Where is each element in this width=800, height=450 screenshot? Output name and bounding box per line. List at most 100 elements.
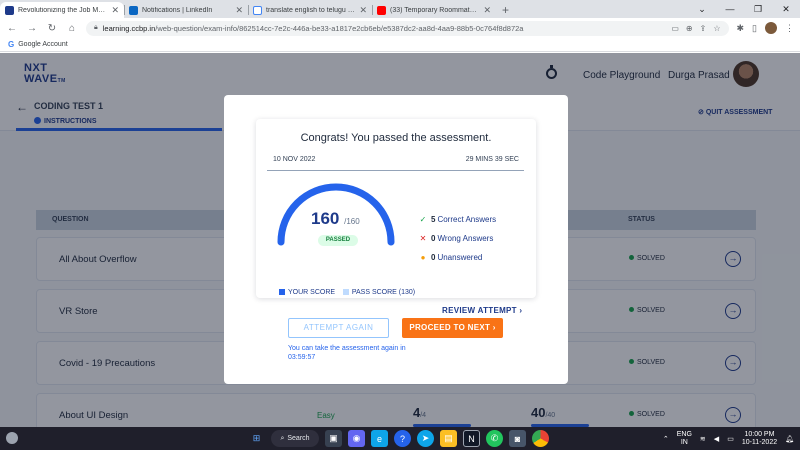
clock[interactable]: 10:00 PM 10-11-2022 — [742, 431, 777, 447]
taskbar-search[interactable]: ⌕ Search — [271, 430, 319, 447]
url-host: learning.ccbp.in — [102, 23, 156, 33]
teams-chat-icon[interactable]: ◉ — [348, 430, 365, 447]
attempt-duration: 29 MINS 39 SEC — [465, 156, 519, 163]
review-label: REVIEW ATTEMPT — [442, 306, 517, 315]
result-card: Congrats! You passed the assessment. 10 … — [256, 119, 539, 315]
stat-count: 0 — [431, 234, 436, 243]
score-display: 160 /160 — [311, 209, 360, 229]
maximize-icon[interactable]: ❐ — [744, 0, 772, 18]
notification-icon[interactable]: 🔔︎ — [785, 435, 794, 443]
browser-right-icons: ✱ ▯ ⋮ — [737, 22, 794, 34]
browser-tab-3[interactable]: translate english to telugu - Goo ✕ — [248, 2, 372, 18]
extensions-icon[interactable]: ✱ — [737, 23, 745, 34]
proceed-to-next-button[interactable]: PROCEED TO NEXT › — [402, 318, 503, 338]
language-indicator[interactable]: ENG IN — [677, 431, 692, 447]
share-icon[interactable]: ⇪ — [700, 24, 707, 33]
pass-score-swatch — [342, 289, 349, 295]
legend-pass-score: PASS SCORE (130) — [351, 289, 416, 296]
help-icon[interactable]: ? — [394, 430, 411, 447]
url-path: /web-question/exam-info/862514cc-7e2c-44… — [155, 23, 524, 33]
tab-title: Notifications | LinkedIn — [142, 6, 213, 14]
stat-label: Correct Answers — [437, 215, 497, 224]
weather-icon[interactable] — [6, 432, 18, 444]
url-text: learning.ccbp.in/web-question/exam-info/… — [103, 24, 667, 33]
clock-time: 10:00 PM — [744, 431, 775, 438]
browser-tab-1[interactable]: Revolutionizing the Job Market | ✕ — [0, 2, 124, 18]
chevron-up-icon[interactable]: ⌃ — [663, 435, 669, 443]
search-label: Search — [287, 435, 310, 442]
review-attempt-link[interactable]: REVIEW ATTEMPT › — [442, 306, 522, 315]
chrome-icon[interactable] — [532, 430, 549, 447]
bookmarks-bar: G Google Account — [0, 38, 800, 52]
lock-icon[interactable]: 🔒︎ — [94, 24, 98, 32]
close-tab-icon[interactable]: ✕ — [111, 5, 119, 16]
close-tab-icon[interactable]: ✕ — [483, 5, 491, 16]
stat-correct: ✓ 5 Correct Answers — [419, 215, 539, 224]
windows-start-icon[interactable]: ⊞ — [248, 430, 265, 447]
browser-tab-2[interactable]: Notifications | LinkedIn ✕ — [124, 2, 248, 18]
zoom-icon[interactable]: ⊕ — [686, 24, 693, 33]
minimize-icon[interactable]: — — [716, 0, 744, 18]
close-tab-icon[interactable]: ✕ — [235, 5, 243, 16]
google-logo-icon: G — [8, 40, 15, 49]
lang-line-2: IN — [680, 439, 688, 446]
task-view-icon[interactable]: ▣ — [325, 430, 342, 447]
taskbar-apps: ⊞ ⌕ Search ▣ ◉ e ? ➤ ▤ N ✆ ◙ — [248, 430, 549, 447]
gauge-legend: YOUR SCORE PASS SCORE (130) — [279, 289, 415, 296]
divider — [267, 170, 524, 171]
browser-tab-strip: Revolutionizing the Job Market | ✕ Notif… — [0, 0, 800, 18]
camera-icon[interactable]: ◙ — [509, 430, 526, 447]
telegram-icon[interactable]: ➤ — [417, 430, 434, 447]
cross-icon: ✕ — [419, 234, 427, 243]
cast-icon[interactable]: ▭ — [671, 24, 679, 33]
back-icon[interactable]: ← — [6, 23, 18, 34]
score-value: 160 — [311, 209, 340, 228]
tab-search-icon[interactable]: ⌄ — [688, 0, 716, 18]
tab-title: (33) Temporary Roommates Web — [390, 6, 479, 14]
battery-icon[interactable]: ▭ — [727, 435, 734, 443]
attempt-date: 10 NOV 2022 — [273, 156, 316, 163]
result-modal: Congrats! You passed the assessment. 10 … — [224, 95, 568, 384]
dot-icon: ● — [420, 253, 426, 262]
passed-badge: PASSED — [318, 235, 358, 246]
speaker-icon[interactable]: ◀ — [714, 435, 719, 443]
score-total: /160 — [344, 217, 360, 226]
bookmark-star-icon[interactable]: ☆ — [713, 24, 720, 33]
nxtwave-favicon-icon — [5, 5, 14, 15]
attempt-again-button[interactable]: ATTEMPT AGAIN — [288, 318, 389, 338]
window-controls: ⌄ — ❐ ✕ — [688, 0, 800, 18]
legend-your-score: YOUR SCORE — [288, 289, 336, 296]
forward-icon[interactable]: → — [26, 23, 38, 34]
bookmark-google-account[interactable]: Google Account — [18, 41, 67, 48]
address-bar[interactable]: 🔒︎ learning.ccbp.in/web-question/exam-in… — [86, 20, 729, 36]
system-tray: ⌃ ENG IN ≋ ◀ ▭ 10:00 PM 10-11-2022 🔔︎ — [663, 431, 794, 447]
omnibox-actions: ▭ ⊕ ⇪ ☆ — [671, 24, 720, 33]
wifi-icon[interactable]: ≋ — [700, 435, 706, 443]
stat-wrong: ✕ 0 Wrong Answers — [419, 234, 539, 243]
whatsapp-icon[interactable]: ✆ — [486, 430, 503, 447]
stat-label: Wrong Answers — [437, 234, 494, 243]
new-tab-button[interactable]: + — [496, 2, 515, 18]
congrats-heading: Congrats! You passed the assessment. — [300, 132, 492, 144]
notion-icon[interactable]: N — [463, 430, 480, 447]
browser-tab-4[interactable]: (33) Temporary Roommates Web ✕ — [372, 2, 496, 18]
tab-title: translate english to telugu - Goo — [266, 6, 356, 14]
chevron-right-icon: › — [519, 306, 523, 315]
stat-unanswered: ● 0 Unanswered — [419, 253, 539, 262]
close-tab-icon[interactable]: ✕ — [359, 5, 367, 16]
home-icon[interactable]: ⌂ — [66, 23, 78, 34]
windows-taskbar: ⊞ ⌕ Search ▣ ◉ e ? ➤ ▤ N ✆ ◙ ⌃ ENG IN ≋ ◀ … — [0, 427, 800, 450]
menu-kebab-icon[interactable]: ⋮ — [785, 23, 794, 34]
side-panel-icon[interactable]: ▯ — [752, 23, 757, 34]
stat-count: 0 — [431, 253, 436, 262]
youtube-favicon-icon — [377, 5, 386, 15]
check-icon: ✓ — [419, 215, 427, 224]
reload-icon[interactable]: ↻ — [46, 23, 58, 34]
google-favicon-icon — [253, 5, 262, 15]
close-window-icon[interactable]: ✕ — [772, 0, 800, 18]
profile-avatar[interactable] — [765, 22, 777, 34]
stat-count: 5 — [431, 215, 436, 224]
file-explorer-icon[interactable]: ▤ — [440, 430, 457, 447]
chevron-right-icon: › — [492, 323, 496, 332]
edge-icon[interactable]: e — [371, 430, 388, 447]
